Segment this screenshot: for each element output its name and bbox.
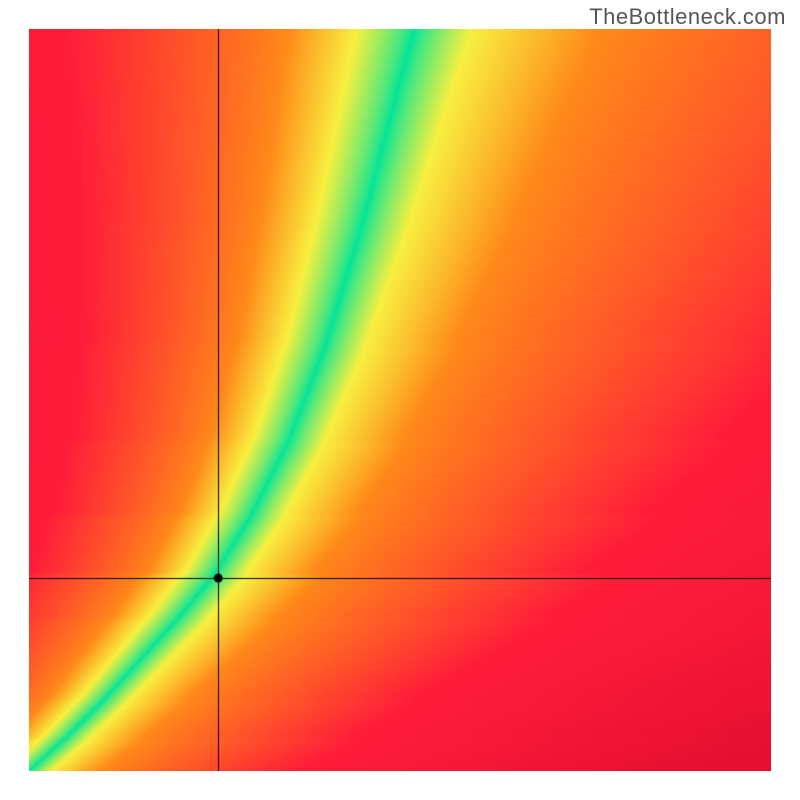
heatmap-plot <box>29 29 771 771</box>
attribution-text: TheBottleneck.com <box>589 4 786 30</box>
chart-container: TheBottleneck.com <box>0 0 800 800</box>
heatmap-canvas <box>29 29 771 771</box>
